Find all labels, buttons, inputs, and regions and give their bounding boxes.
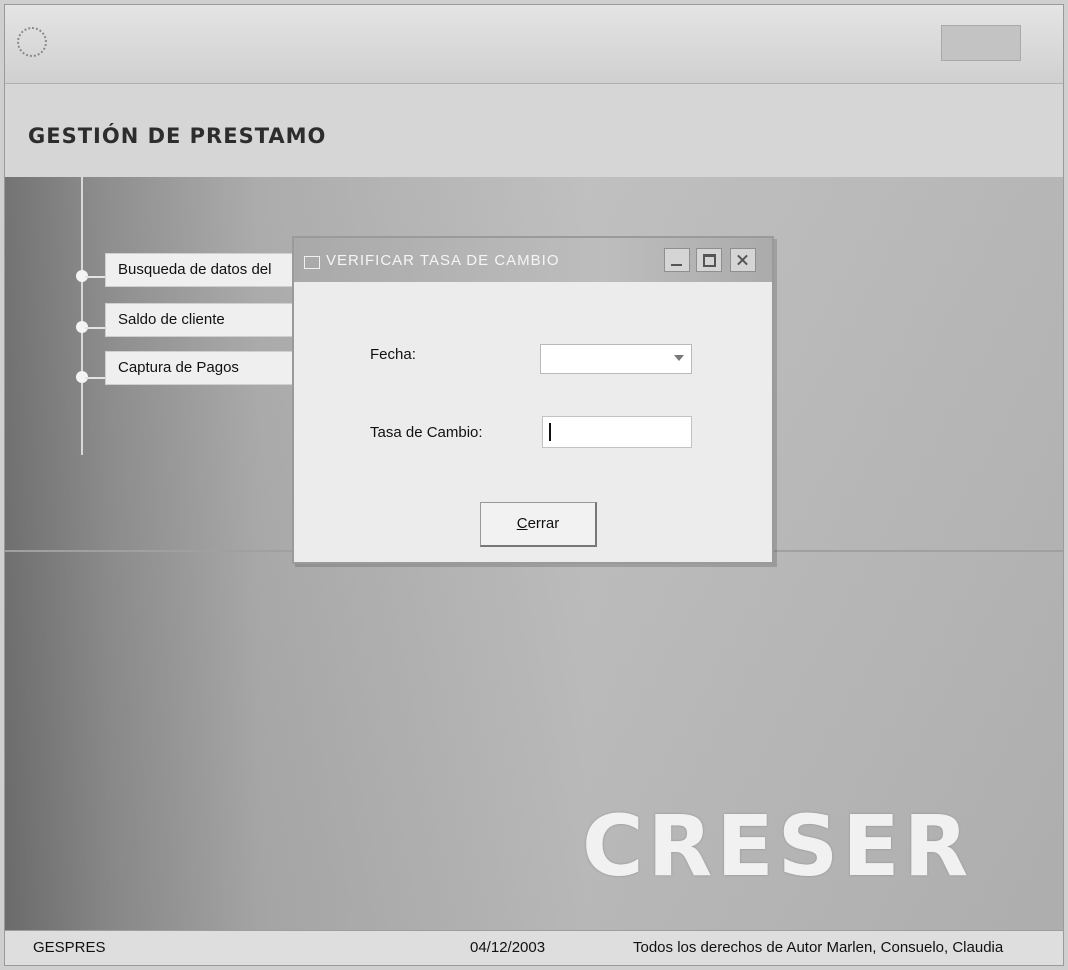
fecha-label: Fecha:: [370, 346, 416, 363]
dialog-titlebar[interactable]: VERIFICAR TASA DE CAMBIO: [294, 238, 772, 282]
verificar-tasa-dialog: VERIFICAR TASA DE CAMBIO Fecha: Tasa de …: [292, 236, 774, 564]
statusbar: GESPRES 04/12/2003 Todos los derechos de…: [5, 930, 1063, 965]
status-date: 04/12/2003: [470, 939, 546, 956]
header: GESTIÓN DE PRESTAMO: [5, 83, 1063, 179]
creser-watermark: CRESER: [582, 797, 973, 895]
cerrar-button[interactable]: Cerrar: [480, 502, 597, 547]
chevron-down-icon[interactable]: [674, 355, 684, 361]
window-icon: [304, 256, 320, 269]
menu-connector: [85, 377, 105, 379]
app-icon: [17, 27, 47, 57]
menu-item-saldo-cliente[interactable]: Saldo de cliente: [105, 303, 319, 337]
menu-item-captura-pagos[interactable]: Captura de Pagos: [105, 351, 319, 385]
tasa-cambio-input[interactable]: [542, 416, 692, 448]
dialog-title: VERIFICAR TASA DE CAMBIO: [326, 252, 560, 269]
cerrar-accelerator: C: [516, 515, 528, 532]
window-titlebar: [5, 5, 1063, 83]
page-title: GESTIÓN DE PRESTAMO: [28, 124, 327, 148]
menu-connector: [85, 327, 105, 329]
cerrar-label: errar: [527, 515, 560, 532]
status-copyright: Todos los derechos de Autor Marlen, Cons…: [633, 939, 1004, 956]
fecha-date-picker[interactable]: [540, 344, 692, 374]
minimize-icon[interactable]: [664, 248, 690, 272]
menu-item-busqueda-datos[interactable]: Busqueda de datos del: [105, 253, 319, 287]
menu-tree-line: [81, 177, 83, 455]
tasa-cambio-label: Tasa de Cambio:: [370, 424, 483, 441]
maximize-icon[interactable]: [696, 248, 722, 272]
window-controls[interactable]: [941, 25, 1021, 61]
menu-connector: [85, 276, 105, 278]
close-icon[interactable]: [730, 248, 756, 272]
status-app-name: GESPRES: [33, 939, 106, 956]
text-cursor: [549, 423, 551, 441]
